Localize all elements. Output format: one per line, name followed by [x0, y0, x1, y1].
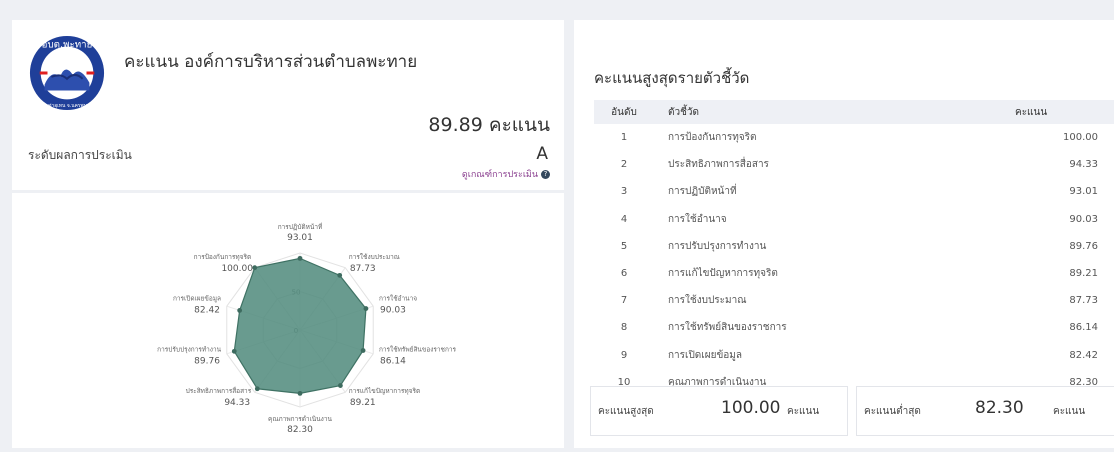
min-score-unit: คะแนน — [1053, 406, 1086, 417]
radar-point — [252, 265, 258, 271]
row-indicator: การใช้งบประมาณ — [668, 295, 747, 307]
ranking-card: คะแนนสูงสุดรายตัวชี้วัด อันดับ ตัวชี้วัด… — [574, 20, 1114, 448]
row-indicator: การแก้ไขปัญหาการทุจริต — [668, 268, 778, 280]
radar-point — [297, 390, 303, 396]
max-score-value: 100.00 — [721, 398, 781, 418]
row-score: 90.03 — [1069, 213, 1098, 225]
row-indicator: การใช้ทรัพย์สินของราชการ — [668, 322, 787, 334]
criteria-link[interactable]: ดูเกณฑ์การประเมิน? — [462, 167, 550, 181]
radar-axis-label: คุณภาพการดำเนินงาน — [268, 415, 332, 423]
radar-axis-label: การใช้ทรัพย์สินของราชการ — [379, 346, 457, 354]
radar-axis-value: 86.14 — [380, 357, 406, 367]
row-score: 93.01 — [1069, 186, 1098, 198]
radar-axis-value: 89.21 — [350, 398, 376, 408]
row-score: 89.21 — [1069, 268, 1098, 280]
table-row: 2 ประสิทธิภาพการสื่อสาร 94.33 — [594, 151, 1114, 178]
row-indicator: การปรับปรุงการทำงาน — [668, 240, 767, 252]
ranking-table: อันดับ ตัวชี้วัด คะแนน 1 การป้องกันการทุจ… — [594, 100, 1114, 396]
radar-axis-value: 89.76 — [194, 357, 220, 367]
row-rank: 5 — [620, 240, 628, 252]
min-score-label: คะแนนต่ำสุด — [864, 406, 921, 417]
radar-axis-label: การใช้งบประมาณ — [349, 253, 400, 261]
radar-axis-label: ประสิทธิภาพการสื่อสาร — [186, 386, 252, 395]
row-rank: 7 — [620, 295, 628, 307]
row-indicator: การป้องกันการทุจริต — [668, 132, 757, 144]
logo-bottom-text: อ.ท่าอุเทน จ.นครพนม — [44, 103, 90, 109]
radar-axis-label: การปฏิบัติหน้าที่ — [278, 222, 323, 231]
row-score: 89.76 — [1069, 240, 1098, 252]
row-indicator: การเปิดเผยข้อมูล — [668, 349, 742, 361]
radar-axis-value: 90.03 — [380, 305, 406, 315]
radar-series-area — [233, 257, 367, 394]
table-row: 5 การปรับปรุงการทำงาน 89.76 — [594, 233, 1114, 260]
min-score-box: คะแนนต่ำสุด 82.30 คะแนน — [856, 386, 1114, 436]
radar-axis-value: 87.73 — [350, 264, 376, 274]
criteria-link-label: ดูเกณฑ์การประเมิน — [461, 170, 538, 180]
page-title: คะแนน องค์การบริหารส่วนตำบลพะทาย — [124, 52, 418, 72]
radar-point — [360, 348, 366, 353]
max-score-unit: คะแนน — [787, 406, 820, 417]
radar-axis-value: 82.42 — [194, 305, 220, 315]
row-score: 94.33 — [1069, 159, 1098, 171]
row-indicator: ประสิทธิภาพการสื่อสาร — [668, 159, 769, 171]
row-score: 100.00 — [1063, 132, 1098, 144]
radar-chart: 500การปฏิบัติหน้าที่93.01การใช้งบประมาณ8… — [157, 222, 457, 435]
radar-axis-value: 100.00 — [221, 264, 253, 274]
total-score: 89.89 คะแนน — [428, 114, 550, 136]
table-row: 4 การใช้อำนาจ 90.03 — [594, 206, 1114, 233]
row-score: 86.14 — [1069, 322, 1098, 334]
radar-axis-value: 94.33 — [224, 398, 250, 408]
row-rank: 8 — [620, 322, 628, 334]
radar-axis-label: การป้องกันการทุจริต — [194, 253, 252, 261]
table-row: 8 การใช้ทรัพย์สินของราชการ 86.14 — [594, 314, 1114, 341]
radar-point — [297, 255, 303, 261]
radar-point — [231, 348, 237, 354]
row-score: 87.73 — [1069, 295, 1098, 307]
question-icon: ? — [541, 170, 550, 179]
row-score: 82.42 — [1069, 349, 1098, 361]
table-row: 7 การใช้งบประมาณ 87.73 — [594, 287, 1114, 314]
radar-axis-label: การแก้ไขปัญหาการทุจริต — [349, 387, 420, 395]
radar-point — [337, 272, 343, 278]
max-score-label: คะแนนสูงสุด — [598, 406, 654, 417]
row-rank: 4 — [620, 213, 628, 225]
row-rank: 3 — [620, 186, 628, 198]
ranking-title: คะแนนสูงสุดรายตัวชี้วัด — [594, 69, 750, 87]
assessment-level-label: ระดับผลการประเมิน — [28, 148, 132, 162]
row-rank: 9 — [620, 349, 628, 361]
column-header-rank: อันดับ — [611, 106, 637, 118]
radar-point — [254, 386, 260, 392]
summary-card: อบต.พะทาย อ.ท่าอุเทน จ.นครพนม คะแนน องค์… — [12, 20, 564, 190]
radar-axis-value: 93.01 — [287, 233, 313, 243]
min-score-value: 82.30 — [975, 398, 1024, 418]
row-indicator: การใช้อำนาจ — [668, 213, 727, 225]
row-rank: 1 — [620, 132, 628, 144]
table-row: 9 การเปิดเผยข้อมูล 82.42 — [594, 342, 1114, 369]
radar-point — [337, 383, 343, 388]
column-header-score: คะแนน — [1015, 106, 1048, 118]
row-indicator: การปฏิบัติหน้าที่ — [668, 186, 737, 198]
radar-axis-value: 82.30 — [287, 425, 313, 435]
max-score-box: คะแนนสูงสุด 100.00 คะแนน — [590, 386, 848, 436]
radar-point — [363, 306, 369, 311]
column-header-indicator: ตัวชี้วัด — [668, 106, 700, 118]
radar-point — [237, 307, 243, 313]
table-row: 1 การป้องกันการทุจริต 100.00 — [594, 124, 1114, 151]
table-row: 6 การแก้ไขปัญหาการทุจริต 89.21 — [594, 260, 1114, 287]
radar-axis-label: การเปิดเผยข้อมูล — [173, 294, 221, 302]
row-rank: 2 — [620, 159, 628, 171]
logo-top-text: อบต.พะทาย — [42, 40, 93, 51]
radar-axis-label: การปรับปรุงการทำงาน — [157, 346, 221, 354]
table-row: 3 การปฏิบัติหน้าที่ 93.01 — [594, 178, 1114, 205]
grade-badge: A — [536, 144, 548, 164]
organization-logo: อบต.พะทาย อ.ท่าอุเทน จ.นครพนม — [29, 35, 105, 111]
row-rank: 6 — [620, 268, 628, 280]
table-header-row: อันดับ ตัวชี้วัด คะแนน — [594, 100, 1114, 124]
radar-card: 500การปฏิบัติหน้าที่93.01การใช้งบประมาณ8… — [12, 193, 564, 448]
radar-axis-label: การใช้อำนาจ — [379, 294, 417, 302]
